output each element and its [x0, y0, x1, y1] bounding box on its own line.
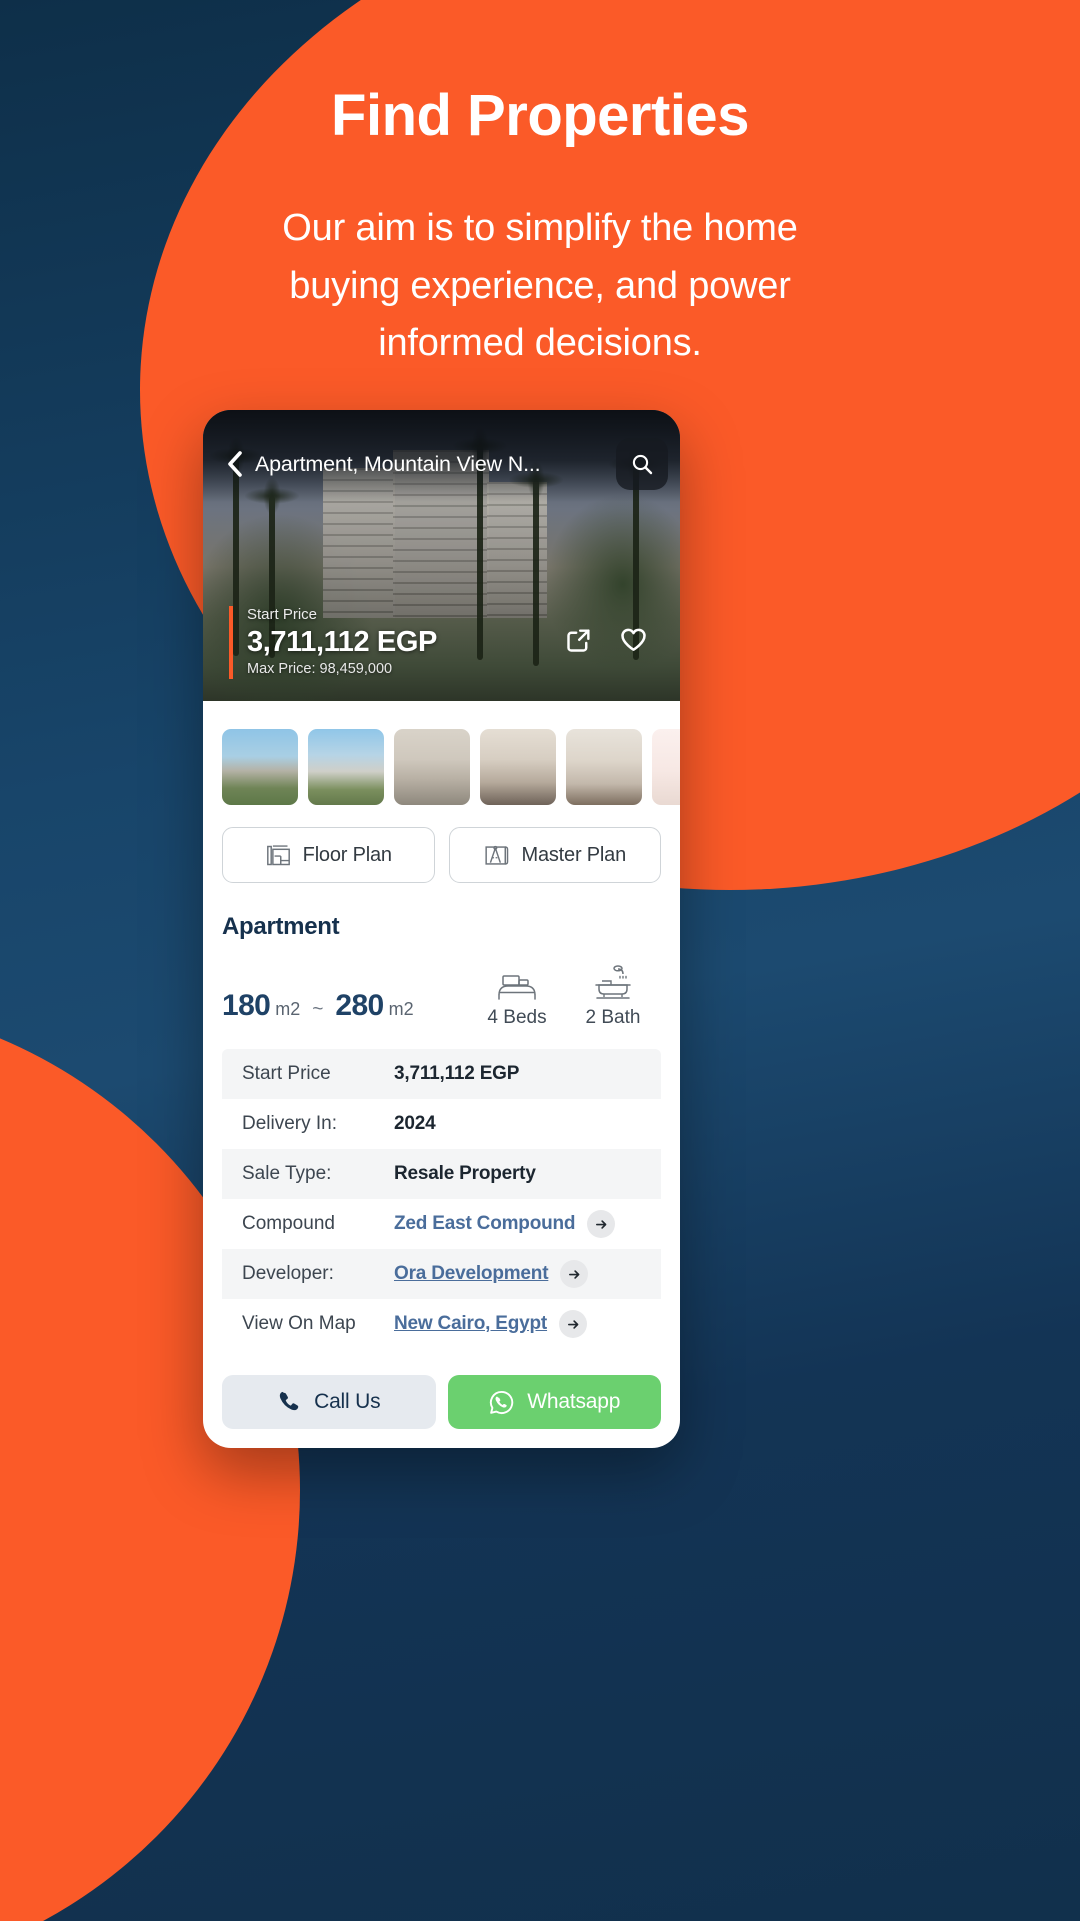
area-min-unit: m2 [275, 999, 301, 1019]
property-title: Apartment, Mountain View N... [255, 451, 541, 476]
detail-key: Delivery In: [242, 1113, 338, 1134]
baths-label: 2 Bath [585, 1007, 641, 1028]
detail-value[interactable]: Ora Development [394, 1263, 549, 1285]
share-external-link-icon [567, 628, 590, 652]
detail-row: Sale Type: Resale Property [222, 1149, 661, 1199]
max-price-text: Max Price: 98,459,000 [247, 661, 393, 678]
page-title: Find Properties [331, 83, 749, 148]
phone-icon [279, 1391, 299, 1410]
detail-row: Start Price 3,711,112 EGP [222, 1049, 661, 1099]
contact-buttons-row: Call Us Whatsapp [203, 1349, 680, 1429]
heart-outline-icon [621, 628, 646, 651]
master-plan-label: Master Plan [521, 843, 626, 866]
area-range: 180 m2 ~ 280 m2 [222, 989, 469, 1029]
detail-value: Resale Property [394, 1163, 536, 1184]
master-plan-button[interactable]: Master Plan [448, 827, 661, 883]
arrow-right-icon [567, 1319, 578, 1329]
search-icon [632, 454, 653, 475]
chevron-left-icon [227, 451, 242, 477]
area-separator: ~ [312, 999, 324, 1020]
property-type-heading: Apartment [222, 913, 340, 940]
baths-spec: 2 Bath [565, 965, 661, 1029]
detail-row[interactable]: View On Map New Cairo, Egypt [222, 1299, 661, 1349]
detail-value[interactable]: Zed East Compound [394, 1213, 576, 1235]
phone-mockup: Apartment, Mountain View N... Start Pric… [203, 410, 680, 1448]
floor-plan-label: Floor Plan [302, 843, 392, 866]
area-max-unit: m2 [388, 999, 414, 1019]
floor-plan-icon [266, 844, 290, 865]
detail-key: Compound [242, 1213, 335, 1234]
search-button[interactable] [616, 438, 668, 490]
detail-arrow-button[interactable] [587, 1210, 616, 1238]
arrow-right-icon [568, 1269, 580, 1279]
detail-value[interactable]: New Cairo, Egypt [394, 1313, 547, 1335]
thumbnail-item[interactable] [652, 729, 680, 805]
detail-arrow-button[interactable] [559, 1310, 588, 1338]
price-overlay: Start Price 3,711,112 EGP Max Price: 98,… [229, 606, 437, 679]
property-hero-image: Apartment, Mountain View N... Start Pric… [203, 410, 680, 701]
whatsapp-button[interactable]: Whatsapp [447, 1375, 661, 1429]
specs-row: 180 m2 ~ 280 m2 4 Beds 2 Bath [203, 941, 680, 1029]
palm-tree [499, 458, 573, 666]
beds-spec: 4 Beds [469, 971, 565, 1029]
call-us-label: Call Us [314, 1390, 381, 1413]
page-subtitle: Our aim is to simplify the home buying e… [282, 206, 798, 365]
arrow-right-icon [595, 1219, 607, 1229]
start-price-value: 3,711,112 EGP [247, 625, 437, 658]
favorite-button[interactable] [619, 625, 648, 659]
floor-plan-button[interactable]: Floor Plan [222, 827, 435, 883]
detail-row: Delivery In: 2024 [222, 1099, 661, 1149]
area-max-value: 280 [335, 989, 384, 1022]
thumbnail-item[interactable] [566, 729, 642, 805]
bathtub-icon [595, 965, 631, 999]
detail-row[interactable]: Developer: Ora Development [222, 1249, 661, 1299]
beds-label: 4 Beds [487, 1007, 547, 1028]
detail-value: 3,711,112 EGP [394, 1063, 520, 1084]
detail-key: Developer: [242, 1263, 334, 1284]
detail-value: 2024 [394, 1113, 436, 1134]
detail-row[interactable]: Compound Zed East Compound [222, 1199, 661, 1249]
master-plan-compass-icon [485, 845, 509, 865]
whatsapp-label: Whatsapp [527, 1390, 621, 1413]
thumbnail-strip[interactable] [203, 701, 680, 805]
thumbnail-item[interactable] [222, 729, 298, 805]
bed-icon [498, 975, 536, 1000]
share-button[interactable] [565, 626, 593, 659]
thumbnail-item[interactable] [308, 729, 384, 805]
thumbnail-item[interactable] [480, 729, 556, 805]
start-price-label: Start Price [247, 606, 318, 624]
call-us-button[interactable]: Call Us [222, 1375, 436, 1429]
detail-arrow-button[interactable] [560, 1260, 589, 1288]
property-details-table: Start Price 3,711,112 EGP Delivery In: 2024… [222, 1049, 661, 1349]
back-button[interactable] [217, 447, 251, 481]
area-min-value: 180 [222, 989, 271, 1022]
whatsapp-icon [490, 1390, 514, 1414]
hero-section: Find Properties Our aim is to simplify t… [0, 84, 1080, 373]
detail-key: View On Map [242, 1313, 356, 1334]
plan-buttons-row: Floor Plan Master Plan [203, 805, 680, 883]
thumbnail-item[interactable] [394, 729, 470, 805]
detail-key: Sale Type: [242, 1163, 332, 1184]
hero-action-buttons [565, 625, 648, 659]
detail-key: Start Price [242, 1063, 331, 1084]
app-bar: Apartment, Mountain View N... [203, 410, 680, 502]
